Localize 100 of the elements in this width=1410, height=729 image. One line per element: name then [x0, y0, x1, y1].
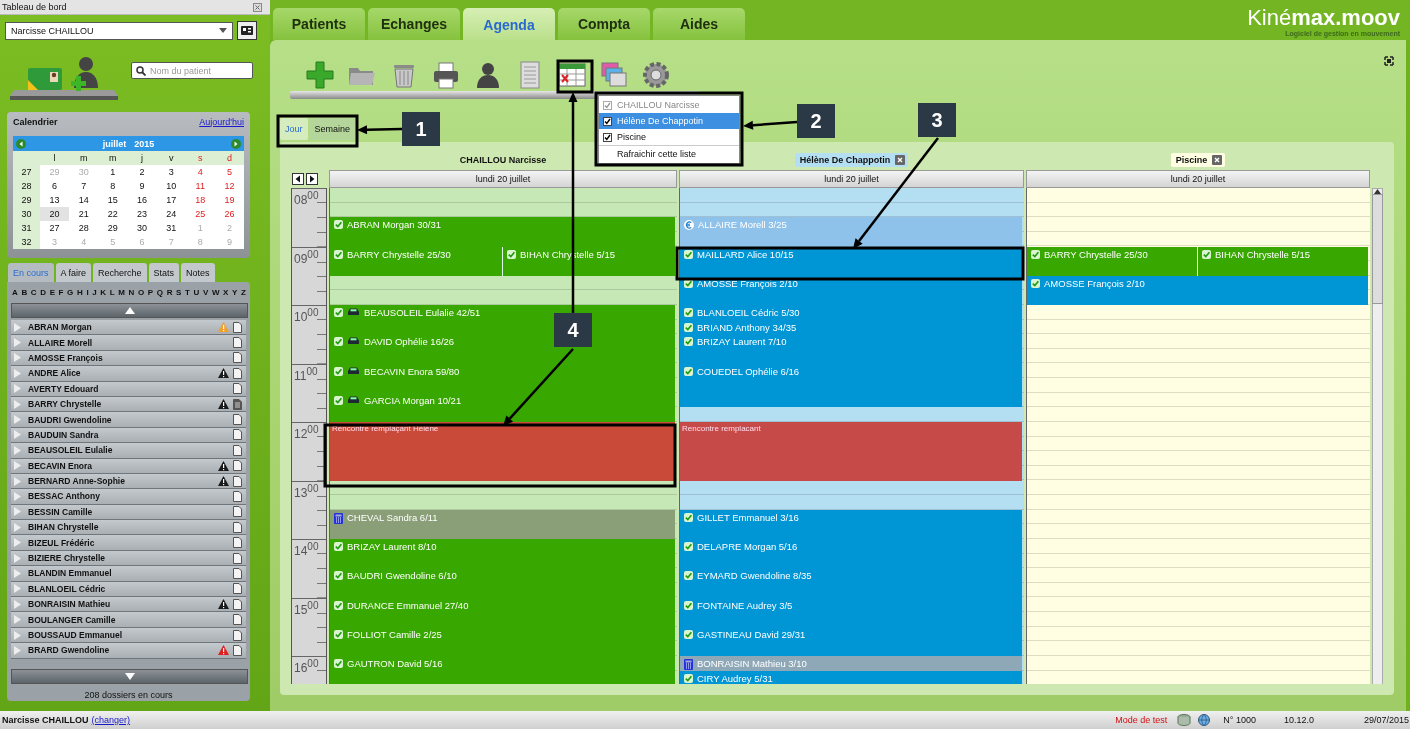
settings-icon[interactable]	[641, 60, 671, 90]
calendar-day[interactable]: 22	[98, 207, 128, 221]
patient-row[interactable]: BIHAN Chrystelle	[11, 520, 246, 536]
calendar-day[interactable]: 9	[127, 179, 157, 193]
letter-link[interactable]: O	[137, 288, 145, 300]
calendar-day[interactable]: 8	[98, 179, 128, 193]
calendar-day[interactable]: 11	[185, 179, 215, 193]
letter-link[interactable]: Z	[241, 288, 246, 300]
document-icon[interactable]	[233, 552, 242, 564]
document-icon[interactable]	[233, 429, 242, 441]
calendar-day[interactable]: 2	[127, 165, 157, 179]
tab[interactable]: Stats	[148, 263, 180, 282]
calendar-day[interactable]: 18	[185, 193, 215, 207]
note-block[interactable]: Rencontre remplacant	[680, 422, 1022, 481]
close-icon[interactable]	[253, 2, 262, 12]
document-icon[interactable]	[233, 398, 242, 410]
tab[interactable]: A faire	[55, 263, 92, 282]
printer-icon[interactable]	[431, 60, 461, 90]
calendar-day[interactable]: 21	[69, 207, 99, 221]
practitioner-select[interactable]: Narcisse CHAILLOU	[5, 21, 233, 40]
note-block[interactable]: Rencontre remplaçant Hélène	[330, 422, 675, 481]
tab[interactable]: Agenda	[463, 8, 555, 42]
document-icon[interactable]	[233, 567, 242, 579]
calendar-day[interactable]: 3	[156, 165, 186, 179]
document-icon[interactable]	[233, 337, 242, 349]
calendar-day[interactable]: 7	[69, 179, 99, 193]
calendar-day[interactable]: 16	[127, 193, 157, 207]
tab[interactable]: Recherche	[93, 263, 147, 282]
calendar-day[interactable]: 25	[185, 207, 215, 221]
document-icon[interactable]	[233, 598, 242, 610]
windows-icon[interactable]	[599, 60, 629, 90]
calendar-day[interactable]: 4	[185, 165, 215, 179]
close-icon[interactable]	[895, 155, 906, 165]
today-link[interactable]: Aujourd'hui	[199, 116, 244, 127]
calendar-day[interactable]: 14	[69, 193, 99, 207]
next-icon[interactable]	[231, 138, 241, 149]
calendar-day[interactable]: 19	[214, 193, 244, 207]
calendar-day[interactable]: 26	[214, 207, 244, 221]
letter-link[interactable]: K	[100, 288, 107, 300]
calendar-day[interactable]: 24	[156, 207, 186, 221]
patient-row[interactable]: BRARD Gwendoline	[11, 643, 246, 659]
checkbox[interactable]	[603, 116, 612, 126]
calendar-day[interactable]: 17	[156, 193, 186, 207]
document-icon[interactable]	[233, 321, 242, 333]
scrollbar[interactable]	[1372, 188, 1383, 684]
spreadsheet-icon[interactable]	[557, 60, 587, 90]
letter-link[interactable]: X	[223, 288, 229, 300]
letter-link[interactable]: A	[12, 288, 18, 300]
calendar-day[interactable]: 13	[40, 193, 70, 207]
letter-link[interactable]: D	[40, 288, 46, 300]
previous-icon[interactable]	[16, 138, 26, 149]
next-day-icon[interactable]	[306, 173, 318, 185]
maximize-icon[interactable]	[1384, 56, 1394, 66]
patient-row[interactable]: BLANDIN Emmanuel	[11, 566, 246, 582]
letter-link[interactable]: F	[58, 288, 64, 300]
tab[interactable]: Echanges	[368, 8, 460, 40]
letter-link[interactable]: T	[185, 288, 190, 300]
document-icon[interactable]	[233, 583, 242, 595]
calendar-day[interactable]: 28	[69, 221, 99, 235]
patient-row[interactable]: ANDRE Alice	[11, 366, 246, 382]
tab[interactable]: Notes	[181, 263, 215, 282]
letter-link[interactable]: R	[166, 288, 173, 300]
menu-item[interactable]: Rafraichir cette liste	[599, 145, 739, 162]
calendar-day[interactable]: 5	[214, 165, 244, 179]
calendar-day[interactable]: 27	[40, 221, 70, 235]
menu-item[interactable]: Piscine	[599, 129, 739, 145]
letter-link[interactable]: Q	[156, 288, 163, 300]
document-icon[interactable]	[233, 352, 242, 364]
document-icon[interactable]	[233, 367, 242, 379]
letter-link[interactable]: H	[76, 288, 83, 300]
calendar-day[interactable]: 20	[40, 207, 70, 221]
patient-row[interactable]: BEAUSOLEIL Eulalie	[11, 443, 246, 459]
search-field[interactable]: Nom du patient	[131, 62, 253, 79]
previous-day-icon[interactable]	[292, 173, 304, 185]
letter-link[interactable]: L	[109, 288, 115, 300]
document-icon[interactable]	[233, 521, 242, 533]
tab[interactable]: Compta	[558, 8, 650, 40]
letter-link[interactable]: W	[211, 288, 220, 300]
tab[interactable]: Patients	[273, 8, 365, 40]
calendar-day[interactable]: 12	[214, 179, 244, 193]
letter-link[interactable]: U	[193, 288, 200, 300]
patient-row[interactable]: BIZEUL Frédéric	[11, 535, 246, 551]
document-icon[interactable]	[233, 537, 242, 549]
document-icon[interactable]	[233, 491, 242, 502]
letter-link[interactable]: P	[147, 288, 154, 300]
letter-link[interactable]: Y	[232, 288, 238, 300]
letter-link[interactable]: B	[21, 288, 28, 300]
document-icon[interactable]	[233, 644, 242, 656]
calendar-day[interactable]: 23	[127, 207, 157, 221]
letter-link[interactable]: I	[86, 288, 89, 300]
letter-link[interactable]: M	[118, 288, 125, 300]
change-user-link[interactable]: (changer)	[91, 715, 131, 725]
patient-row[interactable]: ABRAN Morgan	[11, 320, 246, 336]
document-icon[interactable]	[233, 414, 242, 426]
tab[interactable]: Aides	[653, 8, 745, 40]
document-icon[interactable]	[233, 475, 242, 487]
calendar-day[interactable]: 31	[156, 221, 186, 235]
add-icon[interactable]	[305, 60, 335, 90]
document-icon[interactable]	[233, 383, 242, 395]
letter-link[interactable]: E	[49, 288, 55, 300]
